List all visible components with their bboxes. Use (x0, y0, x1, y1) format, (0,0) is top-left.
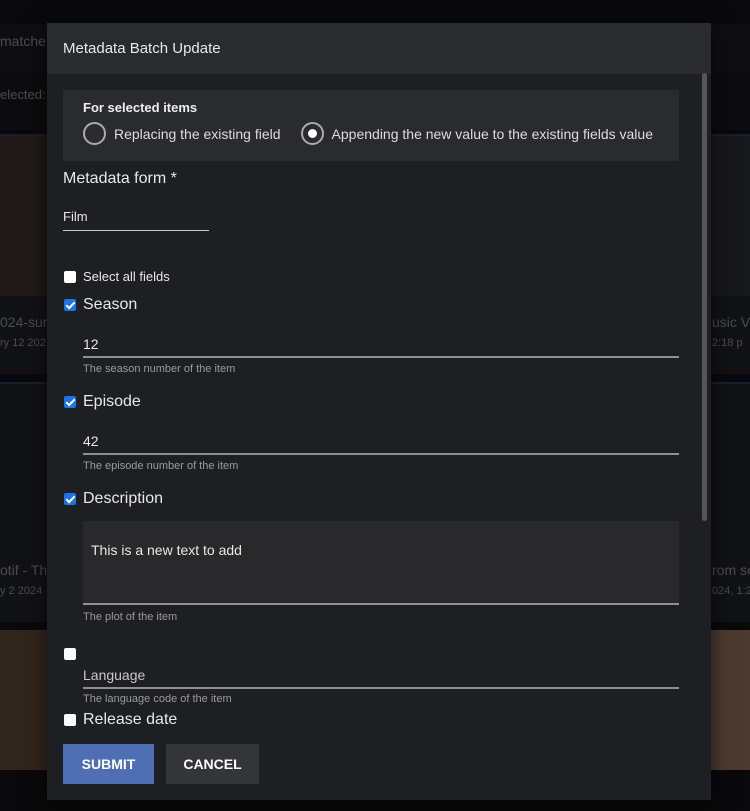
language-checkbox[interactable] (64, 648, 76, 660)
release-date-checkbox[interactable] (64, 714, 76, 726)
release-date-label: Release date (83, 711, 178, 728)
radio-append[interactable] (300, 122, 324, 145)
episode-input[interactable]: 42 (83, 433, 679, 455)
metadata-form-label: Metadata form * (63, 170, 177, 187)
radio-replace-label: Replacing the existing field (114, 125, 281, 142)
cancel-button[interactable]: CANCEL (166, 744, 259, 784)
description-checkbox[interactable] (64, 493, 76, 505)
update-mode-heading: For selected items (83, 100, 198, 115)
description-help: The plot of the item (83, 611, 178, 623)
radio-append-label: Appending the new value to the existing … (331, 125, 653, 142)
season-input[interactable]: 12 (83, 336, 679, 358)
season-checkbox[interactable] (64, 299, 76, 311)
language-help: The language code of the item (83, 693, 232, 705)
submit-button[interactable]: SUBMIT (63, 744, 154, 784)
scrollbar[interactable] (702, 73, 707, 521)
season-help: The season number of the item (83, 363, 236, 375)
episode-checkbox[interactable] (64, 396, 76, 408)
episode-help: The episode number of the item (83, 460, 239, 472)
metadata-form-select[interactable]: Film (63, 209, 209, 231)
episode-label: Episode (83, 393, 141, 410)
metadata-batch-update-dialog: Metadata Batch Update For selected items… (47, 23, 711, 800)
radio-replace[interactable] (83, 122, 106, 145)
season-label: Season (83, 296, 138, 313)
select-all-checkbox[interactable] (64, 270, 76, 283)
description-textarea[interactable]: This is a new text to add (83, 521, 679, 605)
select-all-label: Select all fields (83, 269, 170, 284)
description-label: Description (83, 490, 164, 507)
update-mode-group: For selected items Replacing the existin… (63, 90, 679, 161)
language-input[interactable]: Language (83, 667, 679, 689)
dialog-title: Metadata Batch Update (47, 23, 711, 74)
